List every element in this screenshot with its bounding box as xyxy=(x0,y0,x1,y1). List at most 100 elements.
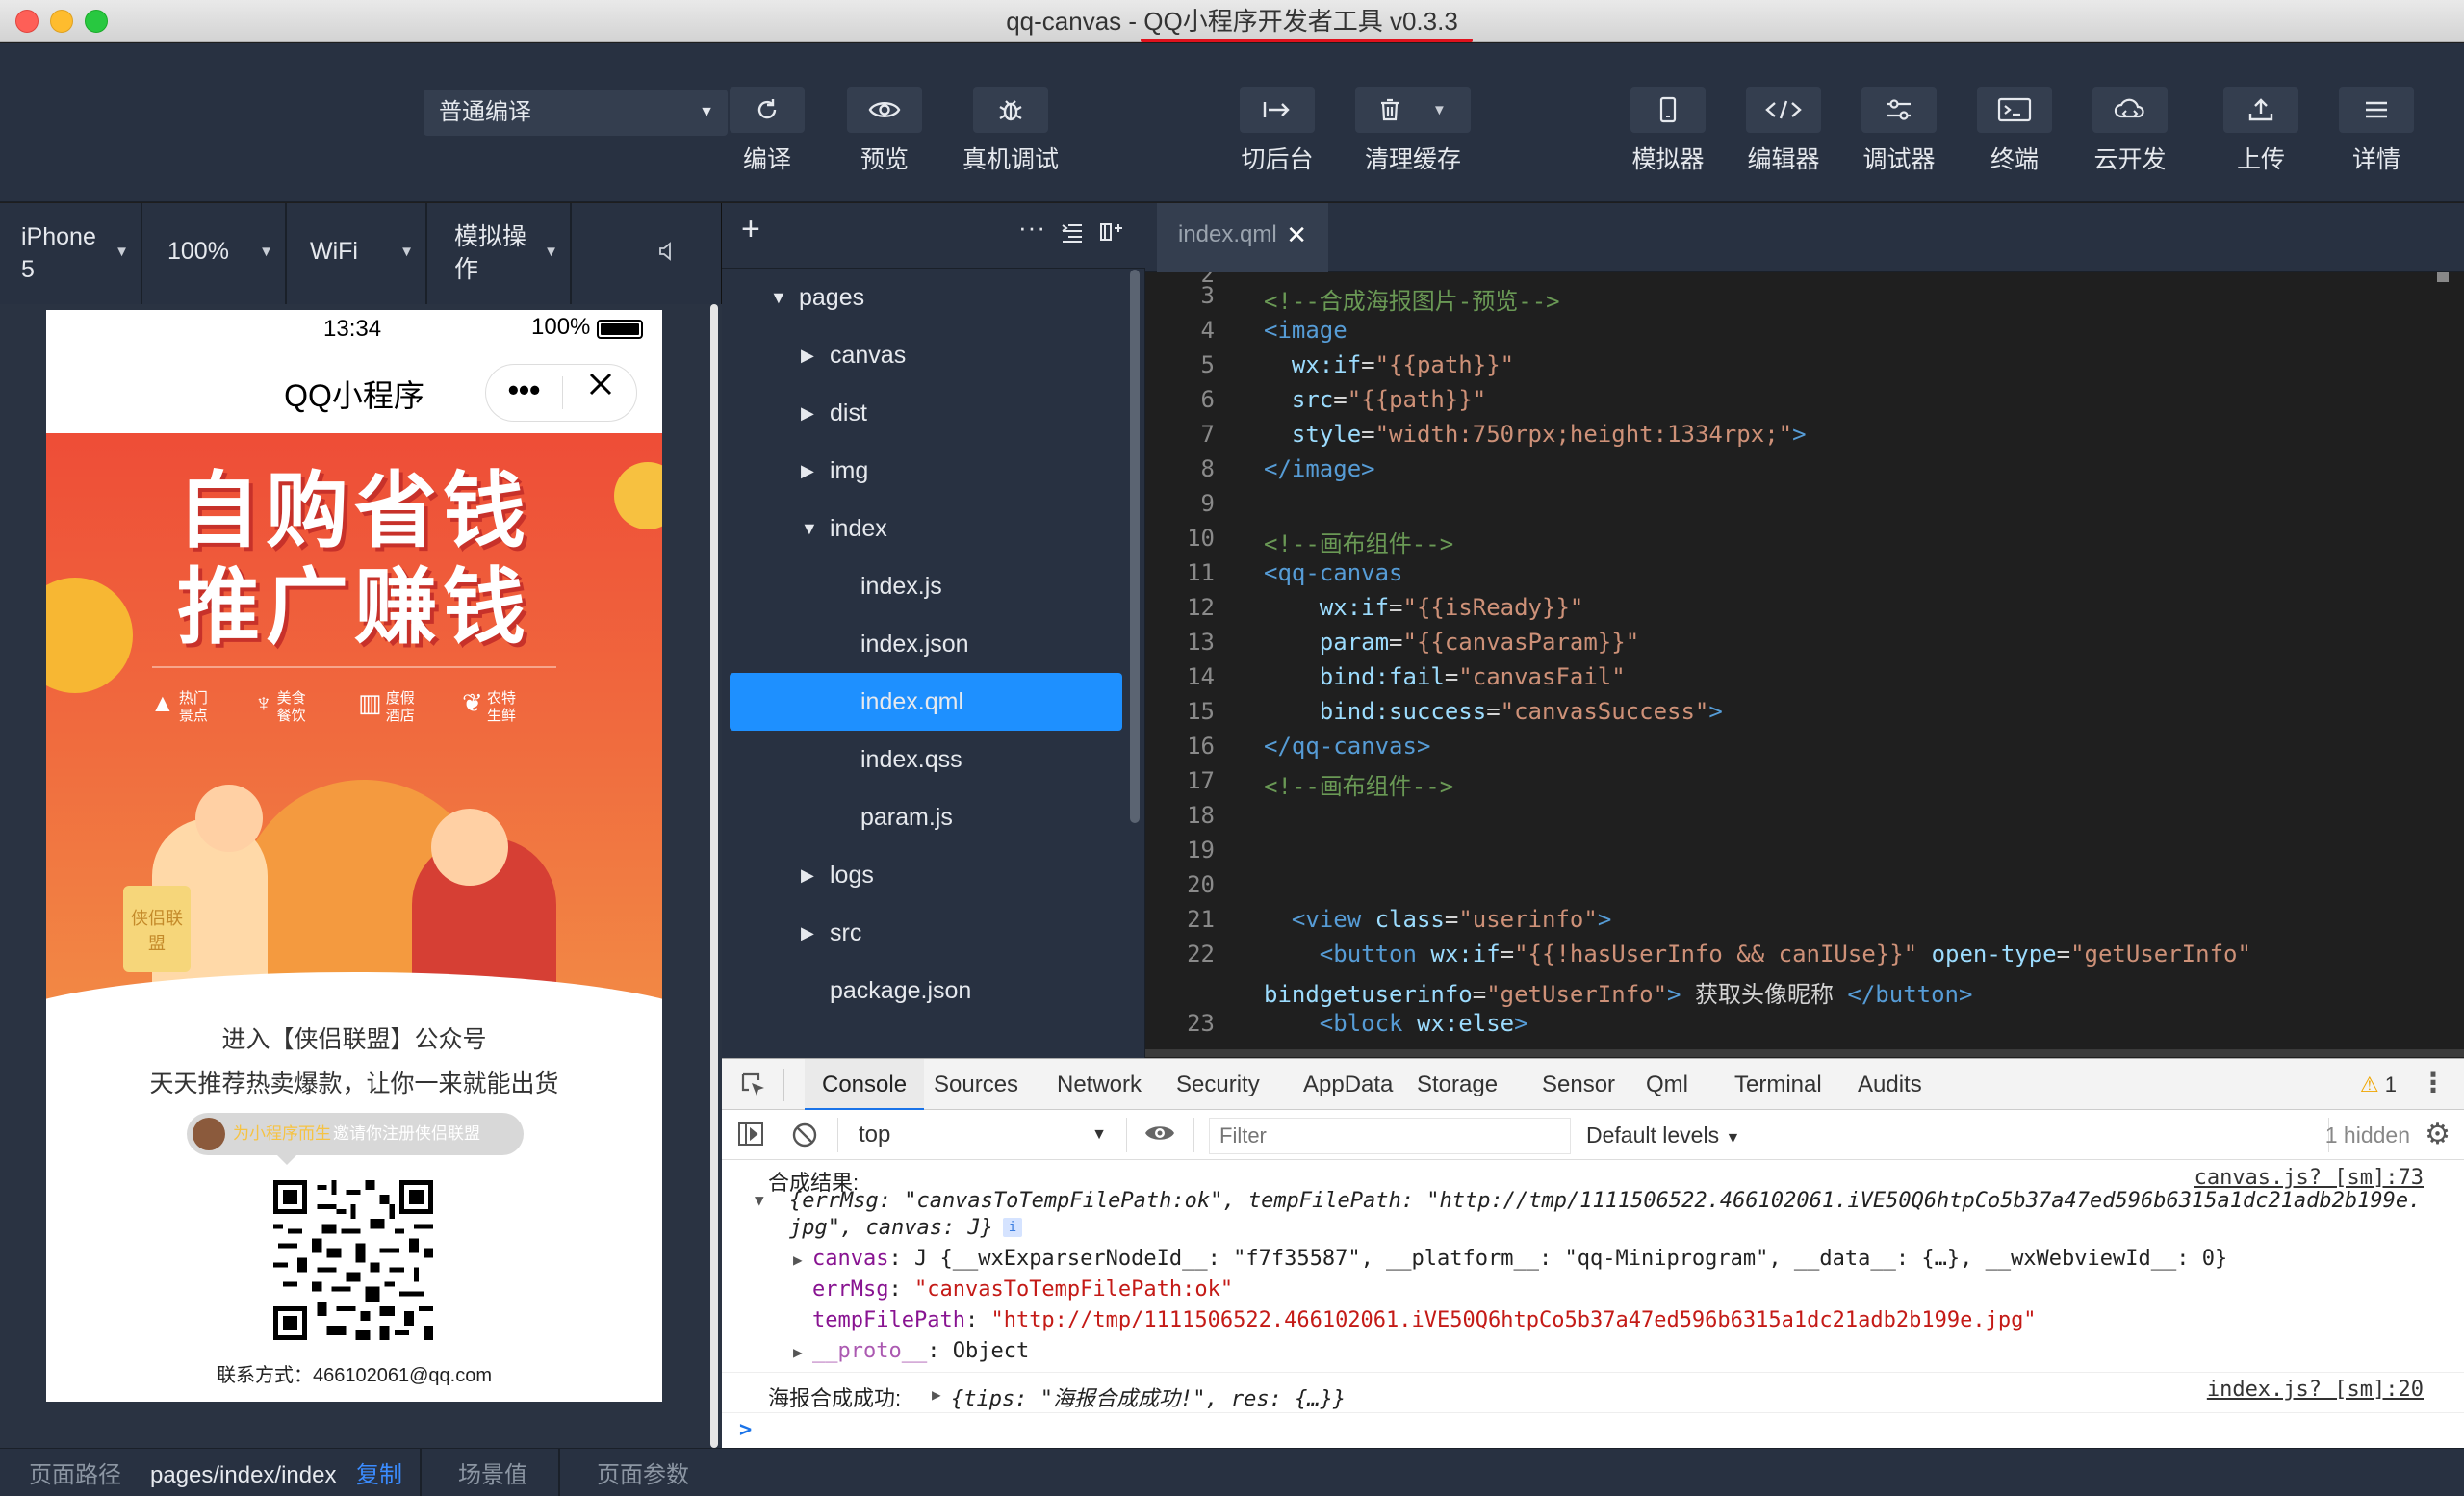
code-line[interactable]: param="{{canvasParam}}" xyxy=(1264,629,1639,656)
log-levels-select[interactable]: Default levels ▼ xyxy=(1586,1110,1740,1164)
log-object-preview[interactable]: {tips: "海报合成成功!", res: {…}} xyxy=(951,1381,1346,1412)
code-line[interactable]: <view class="userinfo"> xyxy=(1264,906,1611,933)
code-line[interactable]: <!--合成海报图片-预览--> xyxy=(1264,282,1560,316)
tree-file[interactable]: index.js xyxy=(722,557,1126,615)
code-line[interactable]: <!--画布组件--> xyxy=(1264,767,1453,801)
operation-select[interactable]: 模拟操作 ▼ xyxy=(429,203,572,304)
device-select[interactable]: iPhone 5 ▼ xyxy=(0,203,142,304)
console-filter-input[interactable] xyxy=(1209,1118,1571,1154)
upload-button[interactable]: 上传 xyxy=(2223,87,2298,175)
expand-triangle-icon[interactable]: ▶ xyxy=(932,1385,941,1404)
simulator-toggle-button[interactable]: 模拟器 xyxy=(1630,87,1706,175)
code-line[interactable]: <qq-canvas xyxy=(1264,559,1403,586)
code-line[interactable]: <block wx:else> xyxy=(1264,1010,1528,1037)
more-icon[interactable]: ··· xyxy=(1018,213,1046,243)
devtools-tab-audits[interactable]: Audits xyxy=(1858,1059,1922,1111)
devtools-tab-appdata[interactable]: AppData xyxy=(1303,1059,1393,1111)
code-vertical-scrollbar[interactable] xyxy=(2437,272,2449,282)
devtools-tab-sensor[interactable]: Sensor xyxy=(1542,1059,1615,1111)
collapse-all-icon[interactable] xyxy=(1061,222,1084,248)
code-line[interactable]: wx:if="{{isReady}}" xyxy=(1264,594,1584,621)
log-object-preview[interactable]: {errMsg: "canvasToTempFilePath:ok", temp… xyxy=(789,1189,2421,1213)
devtools-tab-storage[interactable]: Storage xyxy=(1417,1059,1498,1111)
devtools-tab-console[interactable]: Console xyxy=(805,1059,925,1111)
code-line[interactable]: bind:fail="canvasFail" xyxy=(1264,663,1626,690)
log-source-link[interactable]: canvas.js? [sm]:73 xyxy=(2194,1166,2424,1190)
caret-right-icon[interactable]: ▶ xyxy=(801,326,814,384)
code-line[interactable]: src="{{path}}" xyxy=(1264,386,1486,413)
kebab-menu-icon[interactable]: ⋮ xyxy=(2420,1059,2447,1107)
expand-triangle-icon[interactable]: ▶ xyxy=(793,1343,803,1361)
code-line[interactable]: style="width:750rpx;height:1334rpx;"> xyxy=(1264,421,1807,448)
debugger-toggle-button[interactable]: 调试器 xyxy=(1861,87,1937,175)
expand-triangle-icon[interactable]: ▼ xyxy=(755,1191,764,1209)
caret-right-icon[interactable]: ▶ xyxy=(801,384,814,442)
caret-right-icon[interactable]: ▶ xyxy=(801,846,814,904)
devtools-tab-security[interactable]: Security xyxy=(1176,1059,1260,1111)
mute-toggle[interactable] xyxy=(658,240,676,268)
cloud-dev-button[interactable]: 云开发 xyxy=(2092,87,2168,175)
tree-file[interactable]: index.qml xyxy=(730,673,1122,731)
tree-file[interactable]: param.js xyxy=(722,788,1126,846)
tree-folder[interactable]: ▼ index xyxy=(722,500,1126,557)
caret-right-icon[interactable]: ▶ xyxy=(801,442,814,500)
clear-console-icon[interactable] xyxy=(791,1122,818,1153)
compile-button[interactable]: 编译 xyxy=(730,87,805,175)
tree-folder[interactable]: ▶ canvas xyxy=(722,326,1126,384)
preview-button[interactable]: 预览 xyxy=(847,87,922,175)
code-horizontal-scrollbar[interactable] xyxy=(1145,1049,2464,1057)
devtools-tab-terminal[interactable]: Terminal xyxy=(1734,1059,1822,1111)
code-line[interactable]: bind:success="canvasSuccess"> xyxy=(1264,698,1723,725)
code-line[interactable]: wx:if="{{path}}" xyxy=(1264,351,1514,378)
terminal-button[interactable]: 终端 xyxy=(1977,87,2052,175)
clear-cache-button[interactable]: ▼ 清理缓存 xyxy=(1355,87,1471,175)
tree-folder[interactable]: ▶ img xyxy=(722,442,1126,500)
code-editor[interactable]: 2 3 <!--合成海报图片-预览--> 4 <image 5 wx:if="{{pat… xyxy=(1145,272,2464,1057)
devtools-tab-network[interactable]: Network xyxy=(1057,1059,1142,1111)
caret-down-icon[interactable]: ▼ xyxy=(801,500,818,557)
details-button[interactable]: 详情 xyxy=(2339,87,2414,175)
code-line[interactable]: </qq-canvas> xyxy=(1264,733,1430,760)
add-file-icon[interactable]: + xyxy=(741,211,760,248)
devtools-tab-sources[interactable]: Sources xyxy=(934,1059,1018,1111)
tree-folder[interactable]: ▶ src xyxy=(722,904,1126,962)
warning-count[interactable]: ⚠ 1 xyxy=(2360,1059,2397,1111)
close-icon[interactable] xyxy=(563,365,638,421)
code-line[interactable]: <button wx:if="{{!hasUserInfo && canIUse… xyxy=(1264,941,2251,967)
gear-icon[interactable]: ⚙ xyxy=(2425,1120,2451,1150)
file-tree-scrollbar[interactable] xyxy=(1130,270,1140,823)
tree-file[interactable]: index.qss xyxy=(722,731,1126,788)
more-icon[interactable]: ••• xyxy=(486,365,562,421)
console-prompt[interactable]: > xyxy=(739,1418,752,1442)
close-tab-icon[interactable]: ✕ xyxy=(1286,203,1307,267)
caret-right-icon[interactable]: ▶ xyxy=(801,904,814,962)
info-icon[interactable]: i xyxy=(1003,1218,1022,1237)
prop-value[interactable]: J {__wxExparserNodeId__: "f7f35587", __p… xyxy=(914,1247,2227,1271)
expand-triangle-icon[interactable]: ▶ xyxy=(793,1251,803,1269)
devtools-tab-qml[interactable]: Qml xyxy=(1646,1059,1688,1111)
zoom-select[interactable]: 100% ▼ xyxy=(144,203,287,304)
tree-folder[interactable]: ▼ pages xyxy=(722,269,1126,326)
tree-file[interactable]: package.json xyxy=(722,962,1126,1019)
scene-value-button[interactable]: 场景值 xyxy=(458,1449,527,1496)
editor-toggle-button[interactable]: 编辑器 xyxy=(1746,87,1821,175)
caret-down-icon[interactable]: ▼ xyxy=(770,269,787,326)
compile-mode-select[interactable]: 普通编译 ▼ xyxy=(424,90,728,136)
remote-debug-button[interactable]: 真机调试 xyxy=(962,87,1059,175)
code-line[interactable]: bindgetuserinfo="getUserInfo"> 获取头像昵称 </… xyxy=(1264,975,1972,1009)
context-select[interactable]: top ▼ xyxy=(853,1110,1115,1160)
switch-background-button[interactable]: 切后台 xyxy=(1240,87,1315,175)
inspect-element-icon[interactable] xyxy=(739,1070,768,1104)
code-line[interactable]: <image xyxy=(1264,317,1348,344)
tab-index-qml[interactable]: index.qml ✕ xyxy=(1157,203,1328,272)
network-select[interactable]: WiFi ▼ xyxy=(289,203,427,304)
split-layout-icon[interactable] xyxy=(1099,220,1124,248)
copy-path-button[interactable]: 复制 xyxy=(356,1449,402,1496)
code-line[interactable]: </image> xyxy=(1264,455,1375,482)
eye-icon[interactable] xyxy=(1143,1122,1176,1149)
sidebar-toggle-icon[interactable] xyxy=(737,1122,764,1151)
tree-folder[interactable]: ▶ logs xyxy=(722,846,1126,904)
log-source-link[interactable]: index.js? [sm]:20 xyxy=(2207,1378,2424,1402)
code-line[interactable]: <!--画布组件--> xyxy=(1264,525,1453,558)
clear-cache-dropdown-icon[interactable]: ▼ xyxy=(1432,102,1447,118)
